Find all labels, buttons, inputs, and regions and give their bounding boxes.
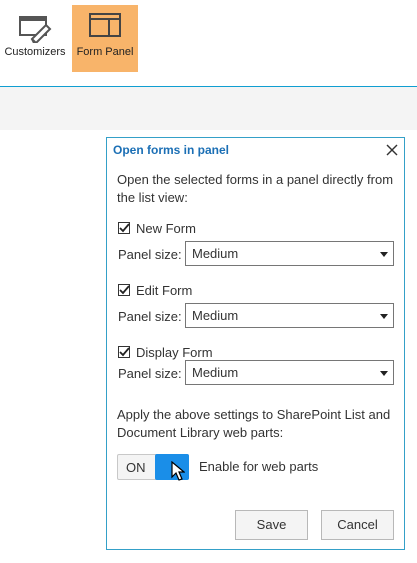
checkmark-icon — [119, 285, 130, 295]
chevron-down-icon — [380, 314, 388, 319]
panel-size-label: Panel size: — [118, 309, 182, 324]
chevron-down-icon — [380, 252, 388, 257]
display-form-label: Display Form — [136, 344, 213, 360]
form-panel-label: Form Panel — [76, 46, 134, 58]
dialog-title: Open forms in panel — [113, 143, 230, 157]
select-value: Medium — [192, 308, 239, 323]
ribbon: Customizers Form Panel — [0, 0, 417, 87]
edit-form-label: Edit Form — [136, 282, 193, 298]
display-form-panel-size-select[interactable]: Medium — [185, 360, 394, 385]
new-form-panel-size-select[interactable]: Medium — [185, 241, 394, 266]
save-button[interactable]: Save — [235, 510, 308, 540]
form-panel-icon — [89, 13, 121, 37]
cancel-button[interactable]: Cancel — [321, 510, 394, 540]
display-form-checkbox[interactable]: Display Form — [118, 344, 213, 360]
new-form-label: New Form — [136, 220, 196, 236]
new-form-checkbox[interactable]: New Form — [118, 220, 196, 236]
customizers-button[interactable]: Customizers — [2, 5, 68, 72]
close-icon[interactable] — [385, 143, 399, 157]
toggle-state-label: ON — [126, 460, 146, 475]
panel-size-label: Panel size: — [118, 247, 182, 262]
dialog-intro: Open the selected forms in a panel direc… — [117, 172, 394, 205]
customizers-icon — [19, 16, 52, 43]
open-forms-dialog: Open forms in panel Open the selected fo… — [106, 137, 405, 550]
panel-size-label: Panel size: — [118, 366, 182, 381]
toggle-label: Enable for web parts — [199, 459, 319, 474]
mouse-cursor-icon — [171, 461, 185, 481]
edit-form-panel-size-select[interactable]: Medium — [185, 303, 394, 328]
select-value: Medium — [192, 365, 239, 380]
chevron-down-icon — [380, 371, 388, 376]
edit-form-checkbox[interactable]: Edit Form — [118, 282, 192, 298]
checkmark-icon — [119, 347, 130, 357]
apply-description: Apply the above settings to SharePoint L… — [117, 407, 391, 440]
customizers-label: Customizers — [4, 46, 66, 58]
form-panel-button[interactable]: Form Panel — [72, 5, 138, 72]
checkbox-box[interactable] — [118, 346, 130, 358]
checkmark-icon — [119, 223, 130, 233]
checkbox-box[interactable] — [118, 284, 130, 296]
toolbar-band — [0, 87, 417, 130]
select-value: Medium — [192, 246, 239, 261]
checkbox-box[interactable] — [118, 222, 130, 234]
